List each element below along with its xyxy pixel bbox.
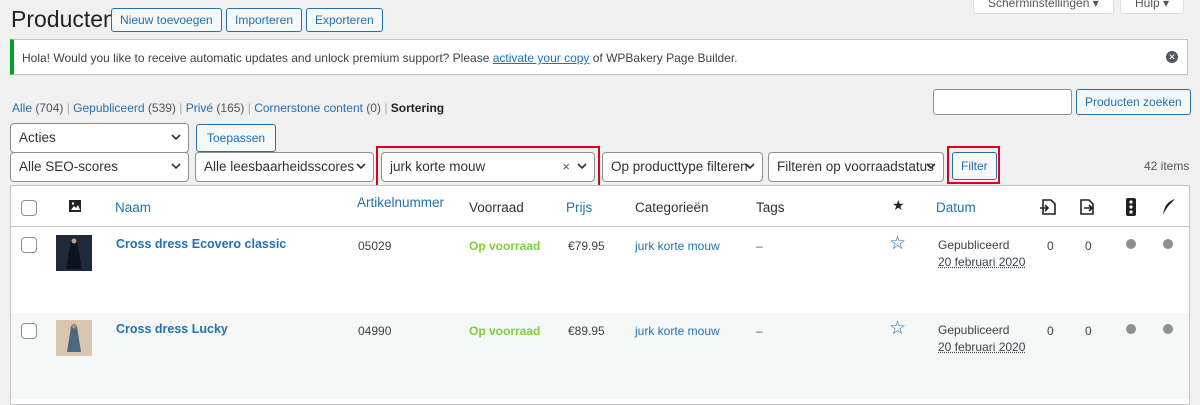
product-sku: 05029	[358, 239, 391, 253]
import-button[interactable]: Importeren	[226, 8, 302, 32]
seo-score-dot	[1126, 324, 1136, 334]
product-name-link[interactable]: Cross dress Lucky	[116, 322, 228, 336]
publish-status: Gepubliceerd	[938, 238, 1009, 252]
product-name-link[interactable]: Cross dress Ecovero classic	[116, 237, 286, 251]
help-tab[interactable]: Hulp ▾	[1120, 0, 1184, 14]
readability-score-dot	[1163, 324, 1173, 334]
product-tags: –	[756, 324, 763, 338]
column-tags: Tags	[756, 200, 785, 215]
table-row: Cross dress Ecovero classic 05029 Op voo…	[11, 227, 1189, 313]
outgoing-links-count: 0	[1047, 239, 1054, 253]
row-checkbox[interactable]	[21, 323, 37, 339]
stock-status: Op voorraad	[469, 324, 540, 338]
bulk-actions-select[interactable]: Acties	[10, 123, 189, 153]
column-date[interactable]: Datum	[936, 200, 976, 215]
notice-text-before: Hola! Would you like to receive automati…	[22, 51, 493, 65]
chevron-down-icon	[926, 163, 936, 170]
seo-score-dot	[1126, 239, 1136, 249]
outgoing-links-count: 0	[1047, 324, 1054, 338]
apply-button[interactable]: Toepassen	[196, 124, 276, 152]
seo-traffic-light-icon	[1125, 197, 1137, 217]
category-filter-select[interactable]: jurk korte mouw ×	[381, 152, 595, 182]
table-row: Cross dress Lucky 04990 Op voorraad €89.…	[11, 313, 1189, 399]
column-sku[interactable]: Artikelnummer	[357, 195, 444, 210]
seo-score-label: Alle SEO-scores	[19, 159, 118, 174]
view-private[interactable]: Privé (165)	[186, 101, 245, 115]
publish-date: 20 februari 2020	[938, 255, 1025, 269]
search-input[interactable]	[933, 89, 1072, 115]
search-products-button[interactable]: Producten zoeken	[1076, 89, 1191, 115]
dismiss-icon[interactable]: ✕	[1166, 51, 1178, 63]
stock-status: Op voorraad	[469, 239, 540, 253]
notice-text: Hola! Would you like to receive automati…	[22, 51, 738, 65]
product-thumbnail[interactable]	[56, 320, 92, 356]
seo-score-select[interactable]: Alle SEO-scores	[10, 152, 189, 182]
featured-star-icon[interactable]: ☆	[889, 317, 906, 340]
chevron-down-icon	[171, 163, 181, 170]
wpbakery-notice: Hola! Would you like to receive automati…	[10, 39, 1188, 75]
view-published[interactable]: Gepubliceerd (539)	[73, 101, 176, 115]
bulk-actions-label: Acties	[19, 130, 56, 145]
table-header: Naam Artikelnummer Voorraad Prijs Catego…	[11, 186, 1189, 227]
publish-date: 20 februari 2020	[938, 340, 1025, 354]
product-thumbnail[interactable]	[56, 235, 92, 271]
add-new-button[interactable]: Nieuw toevoegen	[111, 8, 222, 32]
view-all[interactable]: Alle (704)	[12, 101, 63, 115]
publish-status: Gepubliceerd	[938, 323, 1009, 337]
stock-status-select[interactable]: Filteren op voorraadstatus	[768, 152, 944, 182]
column-categories: Categorieën	[635, 200, 709, 215]
incoming-links-count: 0	[1085, 239, 1092, 253]
incoming-links-count: 0	[1085, 324, 1092, 338]
chevron-down-icon	[171, 134, 181, 141]
products-table: Naam Artikelnummer Voorraad Prijs Catego…	[10, 185, 1190, 405]
category-link[interactable]: jurk korte mouw	[635, 324, 720, 338]
page-title: Producten	[11, 6, 116, 33]
column-price[interactable]: Prijs	[566, 200, 592, 215]
outgoing-links-icon	[1039, 198, 1057, 216]
notice-text-after: of WPBakery Page Builder.	[589, 51, 737, 65]
export-button[interactable]: Exporteren	[306, 8, 383, 32]
featured-star-icon[interactable]: ☆	[889, 232, 906, 255]
product-price: €89.95	[568, 324, 605, 338]
incoming-links-icon	[1077, 198, 1095, 216]
view-filters: Alle (704) | Gepubliceerd (539) | Privé …	[12, 101, 444, 115]
stock-status-label: Filteren op voorraadstatus	[777, 159, 934, 174]
row-checkbox[interactable]	[21, 237, 37, 253]
view-cornerstone[interactable]: Cornerstone content (0)	[254, 101, 381, 115]
product-type-select[interactable]: Op producttype filteren	[602, 152, 763, 182]
product-type-label: Op producttype filteren	[611, 159, 748, 174]
readability-score-dot	[1163, 239, 1173, 249]
readability-feather-icon	[1161, 198, 1177, 216]
activate-link[interactable]: activate your copy	[493, 51, 590, 65]
screen-options-label: Scherminstellingen	[988, 0, 1089, 10]
filter-button[interactable]: Filter	[952, 152, 997, 180]
image-icon	[68, 199, 82, 213]
help-label: Hulp	[1135, 0, 1160, 10]
product-tags: –	[756, 239, 763, 253]
view-sorting[interactable]: Sortering	[391, 101, 444, 115]
select-all-checkbox[interactable]	[21, 200, 37, 216]
product-sku: 04990	[358, 324, 391, 338]
column-stock: Voorraad	[469, 200, 524, 215]
column-name[interactable]: Naam	[115, 200, 151, 215]
items-count: 42 items	[1144, 159, 1189, 173]
chevron-down-icon	[356, 163, 366, 170]
chevron-down-icon	[577, 163, 587, 170]
screen-options-tab[interactable]: Scherminstellingen ▾	[973, 0, 1114, 14]
readability-score-label: Alle leesbaarheidsscores	[204, 159, 354, 174]
product-price: €79.95	[568, 239, 605, 253]
category-filter-label: jurk korte mouw	[390, 159, 485, 174]
category-link[interactable]: jurk korte mouw	[635, 239, 720, 253]
chevron-down-icon	[745, 163, 755, 170]
clear-icon[interactable]: ×	[562, 153, 570, 181]
readability-score-select[interactable]: Alle leesbaarheidsscores	[195, 152, 374, 182]
featured-star-icon[interactable]: ★	[892, 197, 905, 214]
